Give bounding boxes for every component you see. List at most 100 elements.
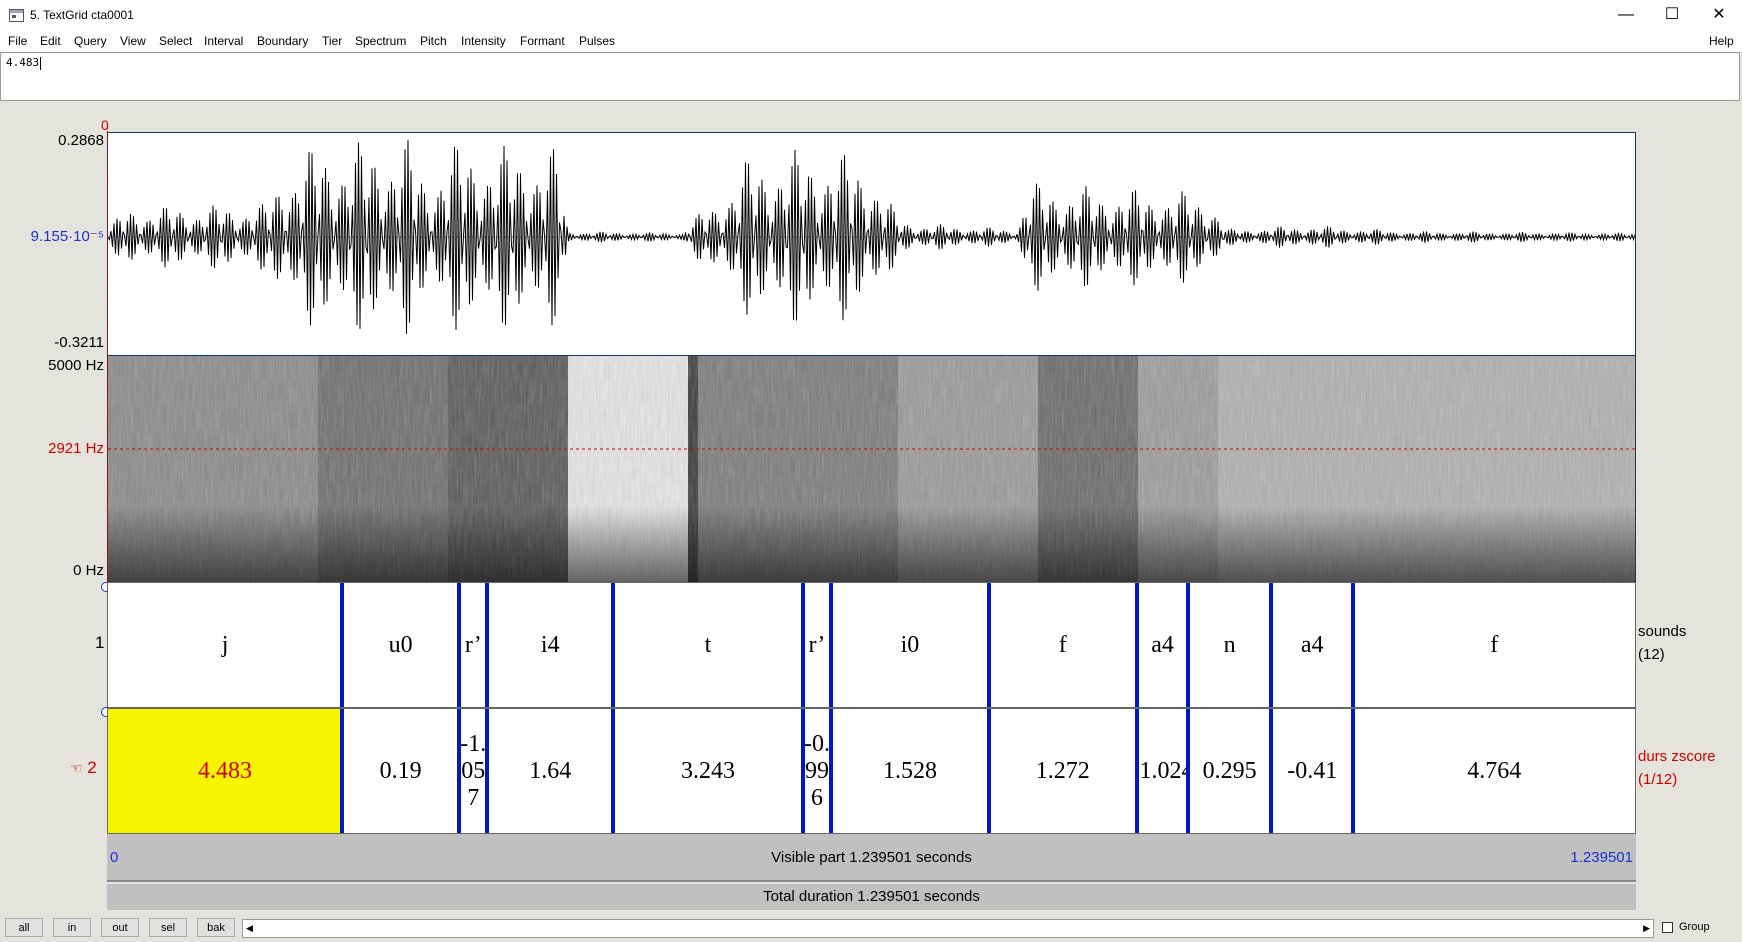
zoom-out-button[interactable]: out <box>101 918 139 937</box>
spectrogram-low-band <box>108 506 1635 582</box>
menu-pulses[interactable]: Pulses <box>579 34 615 48</box>
tier-boundary[interactable] <box>829 709 834 833</box>
menu-boundary[interactable]: Boundary <box>257 34 308 48</box>
tier-1-interval[interactable]: j <box>108 583 342 707</box>
title-bar: 5. TextGrid cta0001 — ☐ ✕ <box>0 0 1742 32</box>
menu-bar: File Edit Query View Select Interval Bou… <box>0 32 1742 52</box>
tier-sounds[interactable]: j u0 r’ i4 t r’ i0 f a4 n a4 f <box>107 582 1636 708</box>
scroll-left-icon[interactable]: ◀ <box>246 923 253 934</box>
tier-boundary[interactable] <box>1134 583 1139 707</box>
waveform-mid-label: 9.155·10⁻⁵ <box>30 228 104 245</box>
tier-boundary[interactable] <box>611 709 616 833</box>
tier-1-name[interactable]: sounds <box>1638 623 1686 640</box>
tier-1-interval[interactable]: a4 <box>1137 583 1189 707</box>
tier-boundary[interactable] <box>986 583 991 707</box>
menu-interval[interactable]: Interval <box>204 34 243 48</box>
tier-1-interval[interactable]: a4 <box>1271 583 1354 707</box>
tier-1-interval[interactable]: i4 <box>487 583 613 707</box>
menu-intensity[interactable]: Intensity <box>461 34 506 48</box>
menu-view[interactable]: View <box>120 34 146 48</box>
tier-boundary[interactable] <box>457 583 462 707</box>
time-cursor <box>107 126 109 582</box>
scroll-right-icon[interactable]: ▶ <box>1643 923 1650 934</box>
tier-2-interval[interactable]: -0.41 <box>1271 709 1354 833</box>
menu-formant[interactable]: Formant <box>520 34 565 48</box>
tier-1-interval[interactable]: u0 <box>342 583 459 707</box>
tier-boundary[interactable] <box>340 709 345 833</box>
tier-2-interval[interactable]: -1.024 <box>1137 709 1189 833</box>
menu-pitch[interactable]: Pitch <box>420 34 447 48</box>
maximize-button[interactable]: ☐ <box>1649 0 1695 30</box>
tier-boundary[interactable] <box>1351 709 1356 833</box>
zoom-in-button[interactable]: in <box>53 918 91 937</box>
tier-boundary[interactable] <box>457 709 462 833</box>
tier-boundary[interactable] <box>485 709 490 833</box>
tier-1-interval[interactable]: f <box>989 583 1137 707</box>
menu-edit[interactable]: Edit <box>40 34 61 48</box>
visible-part-label: Visible part 1.239501 seconds <box>771 849 972 866</box>
visible-part-bar[interactable]: 0 Visible part 1.239501 seconds 1.239501 <box>107 834 1636 882</box>
horizontal-scrollbar[interactable]: ◀ ▶ <box>242 919 1654 938</box>
waveform-panel[interactable] <box>107 132 1636 356</box>
tier-2-interval[interactable]: 4.764 <box>1353 709 1635 833</box>
tier-2-label: ☜ 2 <box>70 758 97 778</box>
visible-start-label: 0 <box>110 849 119 866</box>
tier-2-interval[interactable]: 4.483 <box>108 709 343 833</box>
tier-boundary[interactable] <box>611 583 616 707</box>
tier-2-name[interactable]: durs zscore <box>1638 748 1716 765</box>
tier-boundary[interactable] <box>986 709 991 833</box>
interval-text-field[interactable]: 4.483 <box>0 52 1740 101</box>
tier-boundary[interactable] <box>485 583 490 707</box>
tier-2-count: (1/12) <box>1638 771 1678 788</box>
zoom-back-button[interactable]: bak <box>197 918 235 937</box>
tier-durs-zscore[interactable]: 4.483 0.19 -1.057 1.64 3.243 -0.996 1.528 1.272… <box>107 708 1636 834</box>
tier-boundary[interactable] <box>800 709 805 833</box>
tier-1-interval[interactable]: r’ <box>459 583 487 707</box>
menu-file[interactable]: File <box>8 34 27 48</box>
menu-tier[interactable]: Tier <box>322 34 342 48</box>
praat-window-icon <box>9 9 24 22</box>
tier-1-interval[interactable]: f <box>1353 583 1635 707</box>
close-button[interactable]: ✕ <box>1696 0 1742 30</box>
tier-2-interval[interactable]: 0.295 <box>1188 709 1271 833</box>
waveform-max-label: 0.2868 <box>58 132 104 149</box>
tier-2-interval[interactable]: 1.272 <box>989 709 1137 833</box>
spectrogram-panel[interactable] <box>107 356 1636 582</box>
tier-boundary[interactable] <box>1186 583 1191 707</box>
tier-1-interval[interactable]: t <box>613 583 803 707</box>
tier-2-interval[interactable]: 0.19 <box>342 709 459 833</box>
tier-2-interval[interactable]: 3.243 <box>613 709 803 833</box>
tier-boundary[interactable] <box>340 583 345 707</box>
menu-query[interactable]: Query <box>74 34 107 48</box>
tier-boundary[interactable] <box>1351 583 1356 707</box>
tier-2-interval[interactable]: 1.64 <box>487 709 613 833</box>
tier-2-number: 2 <box>87 758 97 777</box>
tier-2-interval[interactable]: -0.996 <box>803 709 831 833</box>
tier-boundary[interactable] <box>800 583 805 707</box>
tier-boundary[interactable] <box>1268 583 1273 707</box>
spectrogram-svg <box>108 356 1635 582</box>
tier-1-interval[interactable]: n <box>1188 583 1271 707</box>
tier-boundary[interactable] <box>829 583 834 707</box>
minimize-button[interactable]: — <box>1603 0 1649 30</box>
text-caret <box>40 56 42 70</box>
tier-1-interval[interactable]: i0 <box>831 583 989 707</box>
window-title: 5. TextGrid cta0001 <box>30 8 134 22</box>
tier-boundary[interactable] <box>1134 709 1139 833</box>
menu-spectrum[interactable]: Spectrum <box>355 34 406 48</box>
visible-end-label: 1.239501 <box>1570 849 1633 866</box>
zoom-all-button[interactable]: all <box>5 918 43 937</box>
menu-help[interactable]: Help <box>1709 34 1734 48</box>
total-duration-bar[interactable]: Total duration 1.239501 seconds <box>107 884 1636 910</box>
tier-boundary[interactable] <box>1186 709 1191 833</box>
zoom-sel-button[interactable]: sel <box>149 918 187 937</box>
pointing-hand-icon: ☜ <box>70 760 83 776</box>
tier-2-interval[interactable]: -1.057 <box>459 709 487 833</box>
tier-boundary[interactable] <box>1268 709 1273 833</box>
menu-select[interactable]: Select <box>159 34 192 48</box>
interval-text-value: 4.483 <box>6 56 40 69</box>
tier-1-interval[interactable]: r’ <box>803 583 831 707</box>
tier-2-interval[interactable]: 1.528 <box>831 709 989 833</box>
spectrogram-top-label: 5000 Hz <box>48 357 104 374</box>
group-checkbox[interactable] <box>1662 922 1673 933</box>
